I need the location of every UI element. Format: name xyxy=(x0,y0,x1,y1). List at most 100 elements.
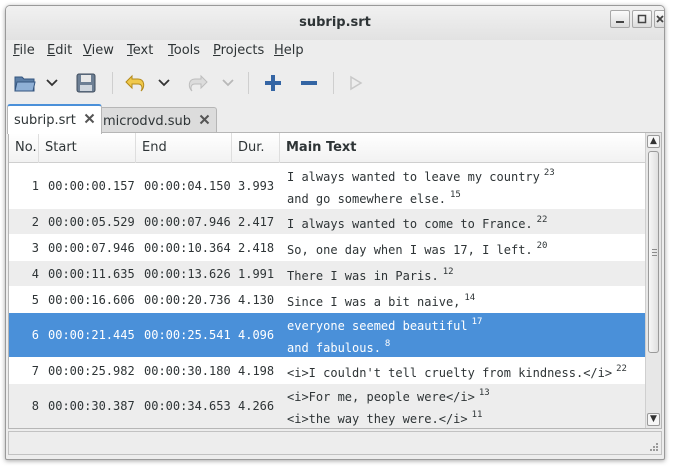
menu-projects[interactable]: Projects xyxy=(213,43,264,58)
table-row[interactable]: 1 00:00:00.157 00:00:04.150 3.993 I always w… xyxy=(9,164,645,209)
cell-duration: 1.991 xyxy=(238,266,275,281)
table-row[interactable]: 5 00:00:16.606 00:00:20.736 4.130 Since I wa… xyxy=(9,287,645,313)
cell-end: 00:00:30.180 xyxy=(144,363,231,378)
text-line-content: There I was in Paris. xyxy=(287,268,439,283)
resize-grip-icon[interactable] xyxy=(647,440,659,452)
menu-text[interactable]: Text xyxy=(127,43,153,58)
table-row[interactable]: 8 00:00:30.387 00:00:34.653 4.266 <i>For me,… xyxy=(9,384,645,428)
menu-help[interactable]: Help xyxy=(274,43,304,58)
scroll-up-arrow[interactable]: ▲ xyxy=(647,135,660,148)
cell-main-text[interactable]: So, one day when I was 17, I left. 20 xyxy=(287,235,643,260)
cell-start: 00:00:16.606 xyxy=(48,292,135,307)
table-row[interactable]: 4 00:00:11.635 00:00:13.626 1.991 There I wa… xyxy=(9,261,645,287)
column-header-duration[interactable]: Dur. xyxy=(232,133,280,163)
cell-end: 00:00:13.626 xyxy=(144,266,231,281)
text-line-content: everyone seemed beautiful xyxy=(287,319,468,333)
column-header-end[interactable]: End xyxy=(136,133,232,163)
line-length-count: 22 xyxy=(536,214,548,225)
vertical-scrollbar[interactable]: ▲ ▼ xyxy=(645,133,661,428)
insert-subtitle-icon xyxy=(265,75,281,91)
column-header-bar: No. Start End Dur. Main Text xyxy=(9,133,645,163)
menu-file[interactable]: File xyxy=(13,43,35,58)
cell-main-text[interactable]: I always wanted to come to France. 22 xyxy=(287,209,643,234)
line-length-count: 12 xyxy=(442,266,454,277)
redo-dropdown-button[interactable] xyxy=(220,70,236,96)
cell-start: 00:00:30.387 xyxy=(48,399,135,413)
table-row[interactable]: 6 00:00:21.445 00:00:25.541 4.096 everyone s… xyxy=(9,313,645,358)
remove-subtitle-icon xyxy=(301,81,317,85)
redo-button[interactable] xyxy=(184,70,212,96)
maximize-button[interactable] xyxy=(632,10,652,28)
scrollbar-thumb[interactable] xyxy=(648,151,659,353)
text-line-content: I always wanted to leave my country xyxy=(287,170,540,184)
minimize-button[interactable] xyxy=(610,10,630,28)
menu-edit[interactable]: Edit xyxy=(47,43,72,58)
cell-main-text[interactable]: everyone seemed beautiful 17 and fabulous.… xyxy=(287,313,643,357)
close-window-button[interactable] xyxy=(654,10,664,28)
line-length-count: 22 xyxy=(616,363,627,374)
open-dropdown-button[interactable] xyxy=(44,70,60,96)
tab-label: subrip.srt xyxy=(14,112,76,128)
undo-button[interactable] xyxy=(121,70,149,96)
tab-microdvd[interactable]: microdvd.sub xyxy=(96,107,218,135)
maximize-icon xyxy=(637,14,647,24)
subtitle-list[interactable]: No. Start End Dur. Main Text 1 00:00:00.1… xyxy=(8,132,662,429)
cell-end: 00:00:07.946 xyxy=(144,214,231,229)
minimize-icon xyxy=(616,21,624,23)
text-line-content: <i>the way they were.</i> xyxy=(287,412,468,426)
text-line-content: I always wanted to come to France. xyxy=(287,216,533,231)
text-line-content: and go somewhere else. xyxy=(287,192,446,206)
line-length-count: 8 xyxy=(384,339,391,349)
cell-number: 5 xyxy=(31,292,39,307)
cell-main-text[interactable]: <i>For me, people were</i> 13 <i>the way t… xyxy=(287,384,643,428)
text-line: Since I was a bit naive, 14 xyxy=(287,289,475,311)
tab-subrip[interactable]: subrip.srt xyxy=(7,104,102,134)
status-bar xyxy=(8,431,662,455)
cell-number: 8 xyxy=(31,399,39,413)
table-row[interactable]: 3 00:00:07.946 00:00:10.364 2.418 So, one da… xyxy=(9,235,645,261)
play-button[interactable] xyxy=(342,70,370,96)
insert-subtitle-button[interactable] xyxy=(259,70,287,96)
cell-main-text[interactable]: Since I was a bit naive, 14 xyxy=(287,287,643,312)
tab-bar: subrip.srt microdvd.sub xyxy=(6,102,664,135)
title-bar[interactable]: subrip.srt xyxy=(6,6,664,40)
column-header-no[interactable]: No. xyxy=(9,133,39,163)
text-line: I always wanted to leave my country 23 xyxy=(287,164,555,186)
cell-number: 6 xyxy=(31,328,39,342)
open-button[interactable] xyxy=(11,70,39,96)
column-header-start[interactable]: Start xyxy=(39,133,136,163)
toolbar xyxy=(6,64,664,102)
cell-main-text[interactable]: There I was in Paris. 12 xyxy=(287,261,643,286)
scroll-down-arrow[interactable]: ▼ xyxy=(647,413,660,426)
remove-subtitle-button[interactable] xyxy=(295,70,323,96)
line-length-count: 11 xyxy=(471,410,483,420)
cell-main-text[interactable]: <i>I couldn't tell cruelty from kindness… xyxy=(287,358,643,383)
close-icon xyxy=(655,15,664,23)
menu-tools[interactable]: Tools xyxy=(168,43,200,58)
cell-end: 00:00:10.364 xyxy=(144,240,231,255)
chevron-down-icon xyxy=(222,79,234,87)
line-length-count: 13 xyxy=(478,388,490,398)
cell-main-text[interactable]: I always wanted to leave my country 23 and… xyxy=(287,164,643,208)
redo-icon xyxy=(188,74,208,92)
text-line-content: and fabulous. xyxy=(287,341,381,355)
line-length-count: 14 xyxy=(464,292,476,303)
cell-start: 00:00:11.635 xyxy=(48,266,135,281)
cell-start: 00:00:21.445 xyxy=(48,328,135,342)
app-window: subrip.srt File Edit View Text Tools Pro… xyxy=(5,5,665,460)
save-button[interactable] xyxy=(72,70,100,96)
column-header-main-text[interactable]: Main Text xyxy=(280,133,645,163)
close-tab-icon[interactable] xyxy=(199,114,210,129)
text-line-content: <i>For me, people were</i> xyxy=(287,390,475,404)
undo-dropdown-button[interactable] xyxy=(156,70,172,96)
line-length-count: 17 xyxy=(471,317,483,327)
menu-view[interactable]: View xyxy=(83,43,114,58)
text-line: <i>For me, people were</i> 13 xyxy=(287,384,490,406)
text-line: So, one day when I was 17, I left. 20 xyxy=(287,237,547,259)
close-tab-icon[interactable] xyxy=(84,113,95,128)
table-row[interactable]: 7 00:00:25.982 00:00:30.180 4.198 <i>I could… xyxy=(9,358,645,384)
toolbar-separator xyxy=(333,72,334,94)
cell-end: 00:00:25.541 xyxy=(144,328,231,342)
text-line-content: Since I was a bit naive, xyxy=(287,294,461,309)
table-row[interactable]: 2 00:00:05.529 00:00:07.946 2.417 I always w… xyxy=(9,209,645,235)
